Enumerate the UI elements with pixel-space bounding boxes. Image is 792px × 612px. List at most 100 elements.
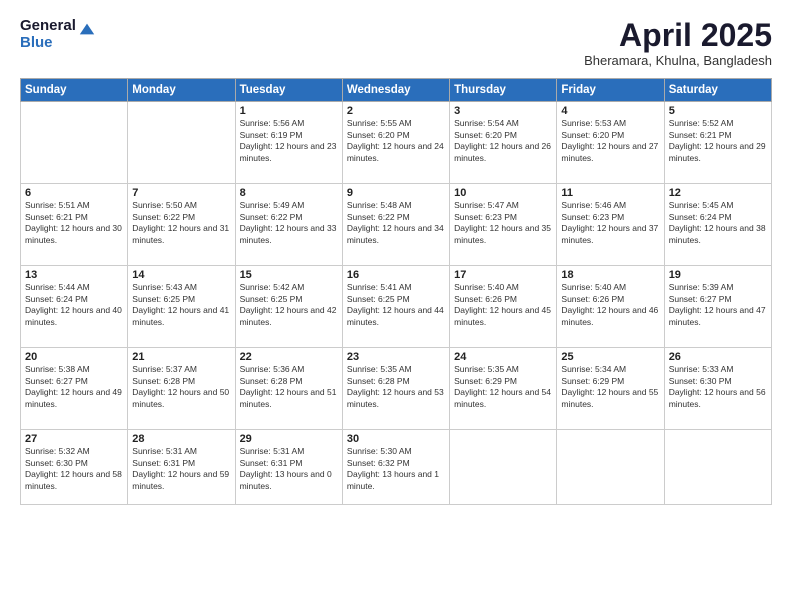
calendar-cell: 11Sunrise: 5:46 AM Sunset: 6:23 PM Dayli…: [557, 184, 664, 266]
logo-text: General Blue: [20, 18, 76, 51]
page: General Blue April 2025 Bheramara, Khuln…: [0, 0, 792, 612]
day-info: Sunrise: 5:33 AM Sunset: 6:30 PM Dayligh…: [669, 364, 767, 410]
weekday-header-wednesday: Wednesday: [342, 79, 449, 102]
day-info: Sunrise: 5:42 AM Sunset: 6:25 PM Dayligh…: [240, 282, 338, 328]
day-info: Sunrise: 5:41 AM Sunset: 6:25 PM Dayligh…: [347, 282, 445, 328]
logo-general: General: [20, 18, 76, 35]
calendar-cell: 17Sunrise: 5:40 AM Sunset: 6:26 PM Dayli…: [450, 266, 557, 348]
day-info: Sunrise: 5:45 AM Sunset: 6:24 PM Dayligh…: [669, 200, 767, 246]
day-number: 18: [561, 269, 659, 281]
weekday-header-saturday: Saturday: [664, 79, 771, 102]
day-info: Sunrise: 5:31 AM Sunset: 6:31 PM Dayligh…: [132, 446, 230, 492]
day-number: 10: [454, 187, 552, 199]
title-block: April 2025 Bheramara, Khulna, Bangladesh: [584, 18, 772, 68]
calendar-cell: 14Sunrise: 5:43 AM Sunset: 6:25 PM Dayli…: [128, 266, 235, 348]
calendar-subtitle: Bheramara, Khulna, Bangladesh: [584, 53, 772, 68]
day-number: 24: [454, 351, 552, 363]
day-info: Sunrise: 5:34 AM Sunset: 6:29 PM Dayligh…: [561, 364, 659, 410]
day-info: Sunrise: 5:31 AM Sunset: 6:31 PM Dayligh…: [240, 446, 338, 492]
day-info: Sunrise: 5:47 AM Sunset: 6:23 PM Dayligh…: [454, 200, 552, 246]
day-info: Sunrise: 5:51 AM Sunset: 6:21 PM Dayligh…: [25, 200, 123, 246]
day-number: 8: [240, 187, 338, 199]
weekday-header-row: SundayMondayTuesdayWednesdayThursdayFrid…: [21, 79, 772, 102]
day-info: Sunrise: 5:56 AM Sunset: 6:19 PM Dayligh…: [240, 118, 338, 164]
calendar-title: April 2025: [584, 18, 772, 53]
day-number: 16: [347, 269, 445, 281]
calendar-week-5: 27Sunrise: 5:32 AM Sunset: 6:30 PM Dayli…: [21, 430, 772, 505]
calendar-cell: [557, 430, 664, 505]
day-number: 22: [240, 351, 338, 363]
calendar-cell: 12Sunrise: 5:45 AM Sunset: 6:24 PM Dayli…: [664, 184, 771, 266]
logo-icon: [78, 20, 96, 38]
day-number: 14: [132, 269, 230, 281]
weekday-header-tuesday: Tuesday: [235, 79, 342, 102]
day-info: Sunrise: 5:52 AM Sunset: 6:21 PM Dayligh…: [669, 118, 767, 164]
day-info: Sunrise: 5:38 AM Sunset: 6:27 PM Dayligh…: [25, 364, 123, 410]
day-number: 5: [669, 105, 767, 117]
calendar-cell: 28Sunrise: 5:31 AM Sunset: 6:31 PM Dayli…: [128, 430, 235, 505]
day-info: Sunrise: 5:50 AM Sunset: 6:22 PM Dayligh…: [132, 200, 230, 246]
day-number: 15: [240, 269, 338, 281]
day-info: Sunrise: 5:40 AM Sunset: 6:26 PM Dayligh…: [561, 282, 659, 328]
weekday-header-friday: Friday: [557, 79, 664, 102]
calendar-cell: 9Sunrise: 5:48 AM Sunset: 6:22 PM Daylig…: [342, 184, 449, 266]
calendar-cell: 15Sunrise: 5:42 AM Sunset: 6:25 PM Dayli…: [235, 266, 342, 348]
calendar-cell: 8Sunrise: 5:49 AM Sunset: 6:22 PM Daylig…: [235, 184, 342, 266]
day-number: 17: [454, 269, 552, 281]
day-number: 21: [132, 351, 230, 363]
calendar-week-1: 1Sunrise: 5:56 AM Sunset: 6:19 PM Daylig…: [21, 102, 772, 184]
day-info: Sunrise: 5:49 AM Sunset: 6:22 PM Dayligh…: [240, 200, 338, 246]
day-number: 11: [561, 187, 659, 199]
day-number: 3: [454, 105, 552, 117]
calendar-cell: 10Sunrise: 5:47 AM Sunset: 6:23 PM Dayli…: [450, 184, 557, 266]
day-info: Sunrise: 5:36 AM Sunset: 6:28 PM Dayligh…: [240, 364, 338, 410]
calendar-cell: 5Sunrise: 5:52 AM Sunset: 6:21 PM Daylig…: [664, 102, 771, 184]
calendar-cell: [664, 430, 771, 505]
day-number: 26: [669, 351, 767, 363]
day-number: 27: [25, 433, 123, 445]
calendar-cell: [21, 102, 128, 184]
logo: General Blue: [20, 18, 96, 51]
calendar-cell: 30Sunrise: 5:30 AM Sunset: 6:32 PM Dayli…: [342, 430, 449, 505]
day-number: 4: [561, 105, 659, 117]
day-number: 19: [669, 269, 767, 281]
day-number: 20: [25, 351, 123, 363]
header: General Blue April 2025 Bheramara, Khuln…: [20, 18, 772, 68]
day-info: Sunrise: 5:54 AM Sunset: 6:20 PM Dayligh…: [454, 118, 552, 164]
calendar-cell: 19Sunrise: 5:39 AM Sunset: 6:27 PM Dayli…: [664, 266, 771, 348]
calendar-cell: 25Sunrise: 5:34 AM Sunset: 6:29 PM Dayli…: [557, 348, 664, 430]
day-info: Sunrise: 5:30 AM Sunset: 6:32 PM Dayligh…: [347, 446, 445, 492]
day-number: 1: [240, 105, 338, 117]
calendar-cell: 29Sunrise: 5:31 AM Sunset: 6:31 PM Dayli…: [235, 430, 342, 505]
day-number: 25: [561, 351, 659, 363]
calendar-cell: [450, 430, 557, 505]
day-info: Sunrise: 5:40 AM Sunset: 6:26 PM Dayligh…: [454, 282, 552, 328]
day-info: Sunrise: 5:44 AM Sunset: 6:24 PM Dayligh…: [25, 282, 123, 328]
calendar-cell: 6Sunrise: 5:51 AM Sunset: 6:21 PM Daylig…: [21, 184, 128, 266]
calendar-cell: 18Sunrise: 5:40 AM Sunset: 6:26 PM Dayli…: [557, 266, 664, 348]
calendar-cell: 1Sunrise: 5:56 AM Sunset: 6:19 PM Daylig…: [235, 102, 342, 184]
calendar-cell: 2Sunrise: 5:55 AM Sunset: 6:20 PM Daylig…: [342, 102, 449, 184]
day-info: Sunrise: 5:32 AM Sunset: 6:30 PM Dayligh…: [25, 446, 123, 492]
day-info: Sunrise: 5:35 AM Sunset: 6:29 PM Dayligh…: [454, 364, 552, 410]
calendar-week-4: 20Sunrise: 5:38 AM Sunset: 6:27 PM Dayli…: [21, 348, 772, 430]
calendar-cell: 20Sunrise: 5:38 AM Sunset: 6:27 PM Dayli…: [21, 348, 128, 430]
calendar-cell: 13Sunrise: 5:44 AM Sunset: 6:24 PM Dayli…: [21, 266, 128, 348]
day-number: 28: [132, 433, 230, 445]
day-info: Sunrise: 5:35 AM Sunset: 6:28 PM Dayligh…: [347, 364, 445, 410]
day-number: 29: [240, 433, 338, 445]
day-number: 12: [669, 187, 767, 199]
day-info: Sunrise: 5:37 AM Sunset: 6:28 PM Dayligh…: [132, 364, 230, 410]
logo-blue: Blue: [20, 35, 76, 52]
day-number: 7: [132, 187, 230, 199]
calendar-cell: 26Sunrise: 5:33 AM Sunset: 6:30 PM Dayli…: [664, 348, 771, 430]
day-info: Sunrise: 5:39 AM Sunset: 6:27 PM Dayligh…: [669, 282, 767, 328]
calendar-cell: 16Sunrise: 5:41 AM Sunset: 6:25 PM Dayli…: [342, 266, 449, 348]
weekday-header-thursday: Thursday: [450, 79, 557, 102]
day-number: 13: [25, 269, 123, 281]
day-number: 9: [347, 187, 445, 199]
day-number: 30: [347, 433, 445, 445]
weekday-header-sunday: Sunday: [21, 79, 128, 102]
day-info: Sunrise: 5:43 AM Sunset: 6:25 PM Dayligh…: [132, 282, 230, 328]
day-number: 2: [347, 105, 445, 117]
